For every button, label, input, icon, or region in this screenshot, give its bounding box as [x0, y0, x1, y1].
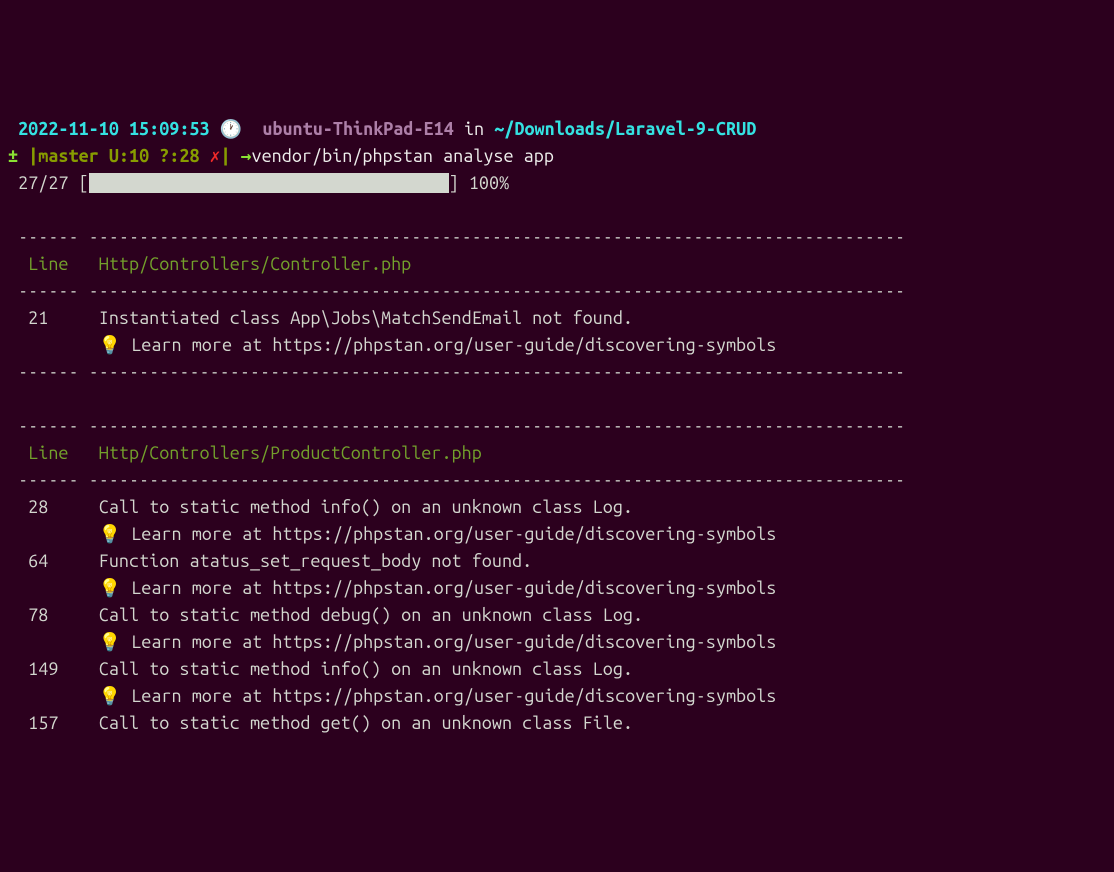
- hostname: ubuntu-ThinkPad-E14: [262, 119, 454, 139]
- git-branch: |master U:10 ?:28: [28, 146, 199, 166]
- table-divider: ------ ---------------------------------…: [8, 470, 915, 490]
- learn-more-text: 💡 Learn more at https://phpstan.org/user…: [99, 578, 777, 598]
- error-message: Instantiated class App\Jobs\MatchSendEma…: [99, 308, 633, 328]
- file-header: Http/Controllers/Controller.php: [99, 254, 411, 274]
- learn-more-text: 💡 Learn more at https://phpstan.org/user…: [99, 524, 777, 544]
- error-row: 64 Function atatus_set_request_body not …: [8, 551, 532, 571]
- line-number: 157: [28, 713, 58, 733]
- error-message: Function atatus_set_request_body not fou…: [99, 551, 532, 571]
- learn-more-row: 💡 Learn more at https://phpstan.org/user…: [8, 524, 776, 544]
- table-divider: ------ ---------------------------------…: [8, 416, 915, 436]
- x-icon: ✗: [210, 146, 221, 166]
- progress-percent: 100%: [469, 173, 509, 193]
- progress-count: 27/27: [18, 173, 68, 193]
- learn-more-text: 💡 Learn more at https://phpstan.org/user…: [99, 632, 777, 652]
- table-divider: ------ ---------------------------------…: [8, 281, 915, 301]
- line-number: 21: [28, 308, 48, 328]
- progress-bar: [89, 173, 449, 193]
- error-row: 21 Instantiated class App\Jobs\MatchSend…: [8, 308, 633, 328]
- learn-more-row: 💡 Learn more at https://phpstan.org/user…: [8, 335, 776, 355]
- line-number: 149: [28, 659, 58, 679]
- arrow-icon: →: [241, 146, 252, 166]
- learn-more-text: 💡 Learn more at https://phpstan.org/user…: [99, 335, 777, 355]
- in-text: in: [464, 119, 484, 139]
- error-message: Call to static method info() on an unkno…: [99, 497, 633, 517]
- table-header-row: Line Http/Controllers/Controller.php: [8, 254, 411, 274]
- learn-more-row: 💡 Learn more at https://phpstan.org/user…: [8, 632, 776, 652]
- table-header-row: Line Http/Controllers/ProductController.…: [8, 443, 482, 463]
- error-message: Call to static method info() on an unkno…: [99, 659, 633, 679]
- terminal-output[interactable]: 2022-11-10 15:09:53 🕐 ubuntu-ThinkPad-E1…: [8, 116, 1106, 737]
- git-pipe: |: [220, 146, 230, 166]
- error-row: 28 Call to static method info() on an un…: [8, 497, 633, 517]
- error-message: Call to static method debug() on an unkn…: [99, 605, 643, 625]
- line-number: 64: [28, 551, 48, 571]
- learn-more-row: 💡 Learn more at https://phpstan.org/user…: [8, 578, 776, 598]
- file-header: Http/Controllers/ProductController.php: [99, 443, 482, 463]
- prompt-line-2: ± |master U:10 ?:28 ✗| →vendor/bin/phpst…: [8, 146, 554, 166]
- clock-icon: 🕐: [220, 119, 242, 139]
- learn-more-text: 💡 Learn more at https://phpstan.org/user…: [99, 686, 777, 706]
- cwd-path: ~/Downloads/Laravel-9-CRUD: [494, 119, 756, 139]
- error-row: 157 Call to static method get() on an un…: [8, 713, 633, 733]
- table-divider: ------ ---------------------------------…: [8, 362, 915, 382]
- datetime: 2022-11-10 15:09:53: [18, 119, 210, 139]
- learn-more-row: 💡 Learn more at https://phpstan.org/user…: [8, 686, 776, 706]
- line-col-header: Line: [28, 254, 68, 274]
- line-number: 28: [28, 497, 48, 517]
- prompt-line-1: 2022-11-10 15:09:53 🕐 ubuntu-ThinkPad-E1…: [8, 119, 756, 139]
- git-prefix: ±: [8, 146, 18, 166]
- line-col-header: Line: [28, 443, 68, 463]
- table-divider: ------ ---------------------------------…: [8, 227, 915, 247]
- command-text: vendor/bin/phpstan analyse app: [252, 146, 554, 166]
- error-message: Call to static method get() on an unknow…: [99, 713, 633, 733]
- line-number: 78: [28, 605, 48, 625]
- progress-line: 27/27 [] 100%: [8, 173, 509, 193]
- error-row: 78 Call to static method debug() on an u…: [8, 605, 643, 625]
- error-row: 149 Call to static method info() on an u…: [8, 659, 633, 679]
